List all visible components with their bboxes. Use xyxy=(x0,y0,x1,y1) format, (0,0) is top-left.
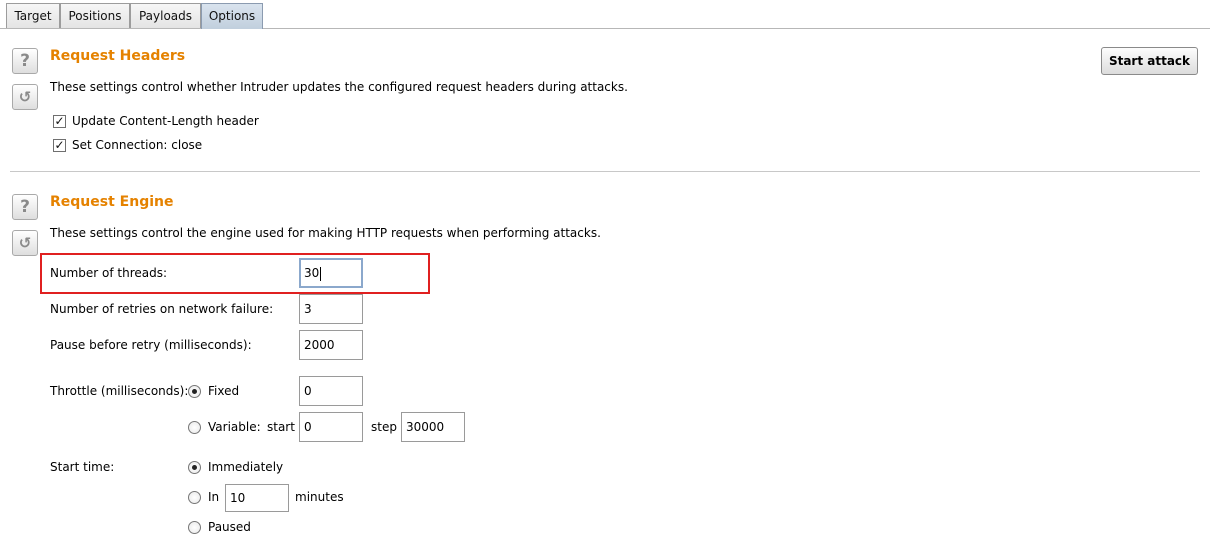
tab-payloads[interactable]: Payloads xyxy=(130,3,201,29)
throttle-fixed-label: Fixed xyxy=(208,384,240,398)
tab-bar: Target Positions Payloads Options xyxy=(0,0,1210,29)
set-connection-close-option[interactable]: ✓ Set Connection: close xyxy=(53,138,202,152)
start-paused-option[interactable]: Paused xyxy=(188,520,251,534)
variable-start-input[interactable]: 0 xyxy=(299,412,363,442)
minutes-label: minutes xyxy=(295,490,344,504)
request-headers-title: Request Headers xyxy=(50,48,186,64)
request-engine-title: Request Engine xyxy=(50,194,174,210)
threads-label: Number of threads: xyxy=(50,266,168,280)
start-paused-label: Paused xyxy=(208,520,251,534)
retries-input[interactable]: 3 xyxy=(299,294,363,324)
request-engine-description: These settings control the engine used f… xyxy=(50,226,601,240)
update-content-length-label: Update Content-Length header xyxy=(72,114,259,128)
variable-step-label: step xyxy=(371,420,397,434)
tab-options[interactable]: Options xyxy=(201,3,263,29)
update-content-length-option[interactable]: ✓ Update Content-Length header xyxy=(53,114,259,128)
update-content-length-checkbox[interactable]: ✓ xyxy=(53,114,66,128)
throttle-variable-radio[interactable] xyxy=(188,420,201,434)
pause-input[interactable]: 2000 xyxy=(299,330,363,360)
start-in-minutes-input[interactable]: 10 xyxy=(225,484,289,512)
start-paused-radio[interactable] xyxy=(188,520,201,534)
help-icon[interactable]: ? xyxy=(12,48,38,74)
start-in-radio[interactable] xyxy=(188,490,201,504)
threads-value: 30 xyxy=(304,266,320,280)
throttle-fixed-option[interactable]: Fixed xyxy=(188,384,239,398)
reset-icon[interactable]: ↺ xyxy=(12,84,38,110)
throttle-fixed-input[interactable]: 0 xyxy=(299,376,363,406)
text-caret xyxy=(320,266,322,281)
retries-label: Number of retries on network failure: xyxy=(50,302,274,316)
tab-positions[interactable]: Positions xyxy=(60,3,130,29)
set-connection-close-checkbox[interactable]: ✓ xyxy=(53,138,66,152)
section-divider xyxy=(10,171,1200,172)
start-in-option[interactable]: In xyxy=(188,490,219,504)
start-immediately-radio[interactable] xyxy=(188,460,201,474)
set-connection-close-label: Set Connection: close xyxy=(72,138,203,152)
threads-input[interactable]: 30 xyxy=(299,258,363,288)
request-headers-description: These settings control whether Intruder … xyxy=(50,80,628,94)
throttle-variable-option[interactable]: Variable: xyxy=(188,420,261,434)
help-icon[interactable]: ? xyxy=(12,194,38,220)
tab-target[interactable]: Target xyxy=(6,3,60,29)
pause-label: Pause before retry (milliseconds): xyxy=(50,338,252,352)
throttle-fixed-radio[interactable] xyxy=(188,384,201,398)
throttle-label: Throttle (milliseconds): xyxy=(50,384,189,398)
variable-step-input[interactable]: 30000 xyxy=(401,412,465,442)
start-immediately-label: Immediately xyxy=(208,460,284,474)
start-immediately-option[interactable]: Immediately xyxy=(188,460,283,474)
start-attack-button[interactable]: Start attack xyxy=(1101,47,1198,75)
variable-start-label: start xyxy=(267,420,295,434)
reset-icon[interactable]: ↺ xyxy=(12,230,38,256)
throttle-variable-label: Variable: xyxy=(208,420,261,434)
start-time-label: Start time: xyxy=(50,460,115,474)
start-in-label: In xyxy=(208,490,220,504)
